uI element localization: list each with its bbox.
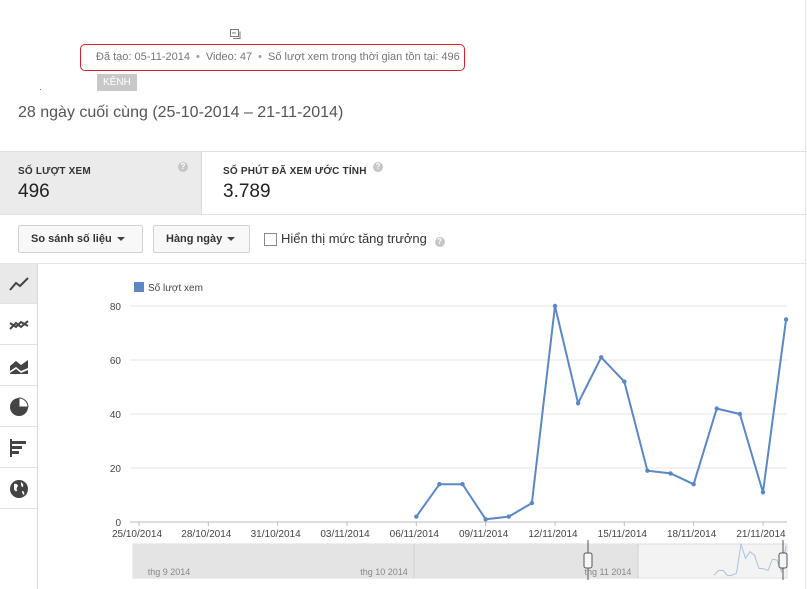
y-tick-label: 0	[115, 518, 121, 529]
data-point	[645, 468, 650, 473]
x-tick-label: 28/10/2014	[181, 529, 231, 540]
data-point	[529, 500, 535, 506]
data-point	[552, 303, 558, 309]
data-point	[691, 482, 696, 487]
data-point	[414, 514, 419, 519]
x-tick-label: 21/11/2014	[736, 529, 786, 540]
data-point	[714, 406, 719, 411]
overview-label: thg 11 2014	[585, 567, 632, 577]
x-tick-label: 25/10/2014	[112, 529, 162, 540]
data-point	[737, 411, 743, 417]
views-line-chart: Số lượt xem 0 20 40 60 80 25/10/2014 28/10/2014…	[110, 282, 789, 580]
data-point	[783, 317, 789, 322]
y-tick-label: 80	[110, 302, 122, 313]
data-point	[437, 482, 442, 487]
overview-label: thg 9 2014	[148, 567, 191, 577]
data-point	[460, 482, 465, 487]
range-handle	[583, 552, 593, 569]
data-point	[668, 471, 673, 476]
y-tick-label: 60	[110, 356, 122, 367]
x-tick-label: 12/11/2014	[528, 529, 578, 540]
x-tick-label: 15/11/2014	[598, 529, 648, 540]
data-point	[575, 401, 581, 406]
range-handle	[778, 552, 788, 569]
x-tick-label: 31/10/2014	[251, 529, 301, 540]
legend-swatch	[134, 282, 144, 292]
y-tick-label: 40	[110, 410, 122, 421]
y-tick-label: 20	[110, 464, 122, 475]
data-point	[760, 490, 766, 495]
data-point	[483, 517, 488, 522]
legend-label: Số lượt xem	[148, 282, 203, 294]
x-tick-label: 18/11/2014	[667, 529, 717, 540]
data-point	[506, 514, 511, 519]
x-tick-label: 09/11/2014	[459, 529, 509, 540]
x-tick-label: 06/11/2014	[390, 529, 440, 540]
series-line	[415, 305, 788, 521]
data-point	[622, 379, 627, 384]
x-tick-label: 03/11/2014	[320, 529, 370, 540]
overview-label: thg 10 2014	[360, 567, 408, 577]
data-point	[599, 355, 604, 360]
